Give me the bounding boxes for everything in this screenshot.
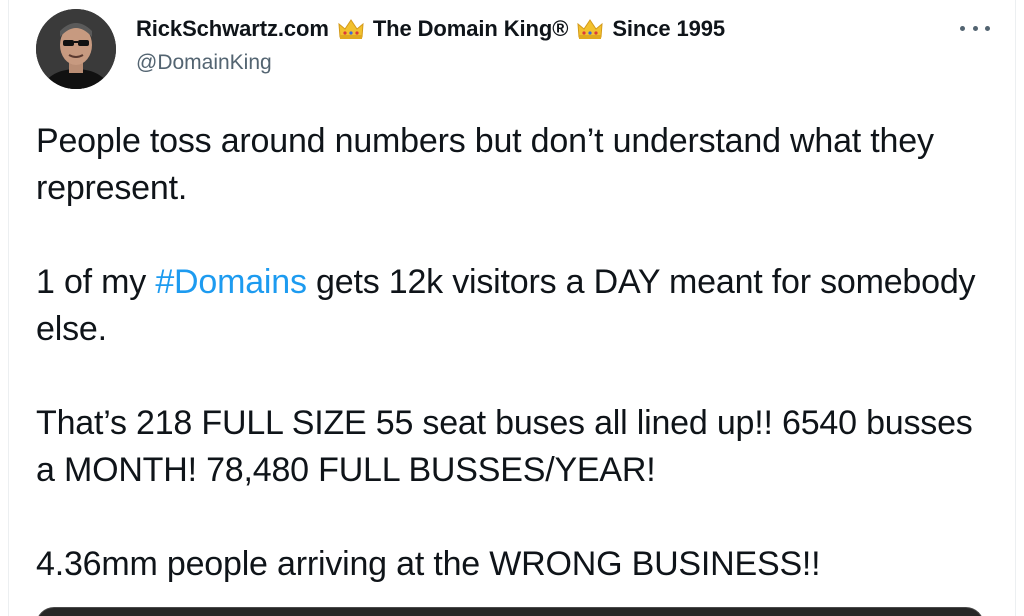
- media-card[interactable]: [36, 607, 984, 616]
- user-handle[interactable]: @DomainKing: [136, 51, 272, 75]
- crown-icon: [338, 19, 364, 39]
- display-name-part1: RickSchwartz.com: [136, 16, 329, 41]
- display-name-part2: The Domain King®: [372, 16, 569, 41]
- more-options-icon[interactable]: [960, 18, 990, 38]
- tweet-text-span: 1 of my: [36, 263, 156, 301]
- crown-icon: [577, 19, 603, 39]
- tweet-paragraph: 4.36mm people arriving at the WRONG BUSI…: [36, 545, 821, 583]
- avatar[interactable]: [36, 9, 116, 89]
- tweet-paragraph: 1 of my #Domains gets 12k visitors a DAY…: [36, 259, 996, 353]
- hashtag-link[interactable]: #Domains: [155, 263, 307, 301]
- display-name-part3: Since 1995: [612, 16, 726, 41]
- tweet-paragraph: That’s 218 FULL SIZE 55 seat buses all l…: [36, 404, 973, 489]
- tweet-text: People toss around numbers but don’t und…: [36, 118, 996, 588]
- dot: [960, 25, 965, 31]
- dot: [985, 25, 990, 31]
- display-name[interactable]: RickSchwartz.com The Domain King® Since …: [136, 16, 725, 42]
- dot: [972, 25, 978, 31]
- profile-photo-icon: [36, 9, 116, 89]
- tweet-paragraph: People toss around numbers but don’t und…: [36, 122, 934, 207]
